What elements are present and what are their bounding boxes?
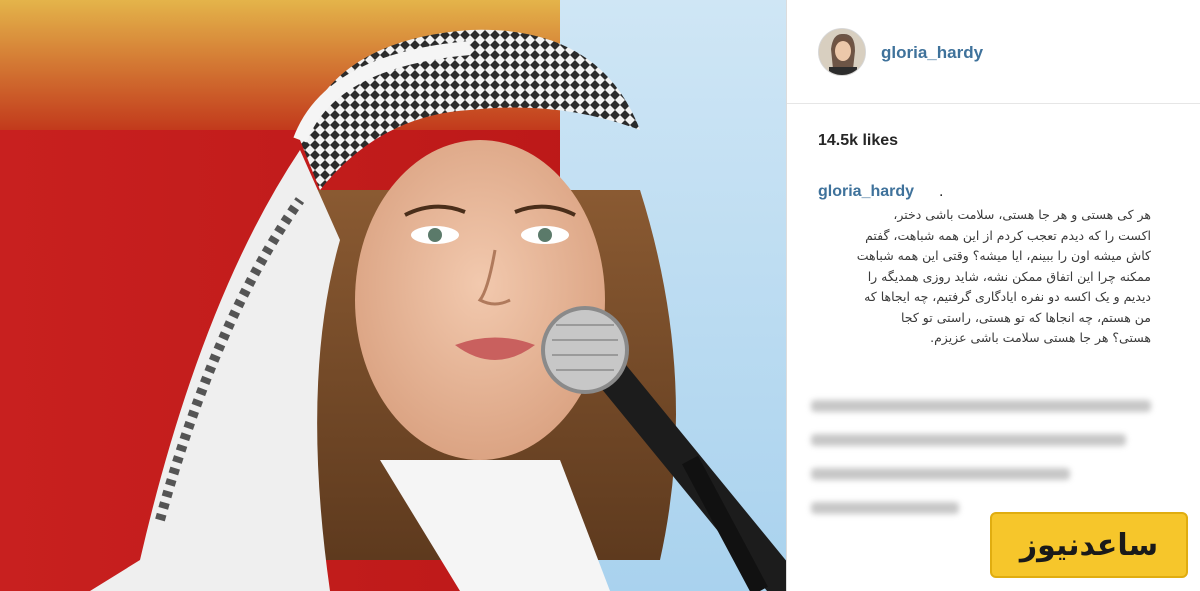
caption-line: اکست را که دیدم تعجب کردم از این همه شبا… (865, 227, 1151, 243)
caption-line: کاش میشه اون را ببینم، ایا میشه؟ وقتی ای… (856, 248, 1151, 263)
caption-separator: . (939, 183, 944, 200)
post-sidebar: gloria_hardy 14.5k likes gloria_hardy . … (786, 0, 1200, 591)
header-username[interactable]: gloria_hardy (881, 43, 983, 63)
post-photo[interactable] (0, 0, 786, 591)
avatar-image (819, 29, 865, 75)
likes-count[interactable]: 14.5k likes (818, 132, 898, 150)
avatar[interactable] (818, 28, 866, 76)
caption-username[interactable]: gloria_hardy (818, 183, 914, 201)
caption-text: هر کی هستی و هر جا هستی، سلامت باشی دختر… (811, 205, 1151, 349)
caption-line: ممکنه چرا این اتفاق ممکن نشه، شاید روزی … (867, 268, 1151, 284)
caption-line: هستی؟ هر جا هستی سلامت باشی عزیزم. (930, 330, 1151, 345)
caption-line: من هستم، چه انجاها که تو هستی، راستی تو … (901, 309, 1151, 325)
photo-illustration (0, 0, 786, 591)
watermark-logo: ساعدنیوز (990, 512, 1188, 578)
caption-line: هر کی هستی و هر جا هستی، سلامت باشی دختر… (893, 207, 1151, 222)
post-header: gloria_hardy (787, 0, 1200, 104)
instagram-post-screenshot: gloria_hardy 14.5k likes gloria_hardy . … (0, 0, 1200, 591)
caption-line: دیدیم و یک اکسه دو نفره ایادگاری گرفتیم،… (864, 289, 1151, 304)
